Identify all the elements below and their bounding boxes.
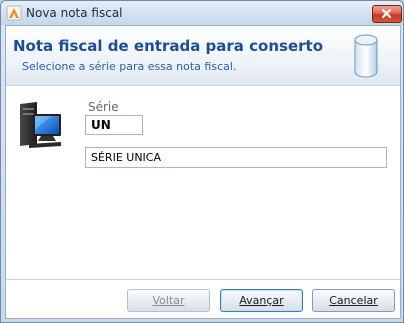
cancel-button-label: Cancelar <box>329 294 378 307</box>
serie-code-field[interactable]: UN <box>85 115 143 135</box>
page-title: Nota fiscal de entrada para conserto <box>13 37 324 55</box>
close-icon <box>381 8 392 19</box>
database-icon <box>354 34 378 78</box>
back-button[interactable]: Voltar <box>127 289 210 312</box>
close-button[interactable] <box>372 5 402 23</box>
dialog-content: Nota fiscal de entrada para conserto Sel… <box>5 25 401 319</box>
wizard-header: Nota fiscal de entrada para conserto Sel… <box>6 26 400 86</box>
footer-divider <box>6 279 400 280</box>
window-title: Nova nota fiscal <box>26 6 123 20</box>
page-subtitle: Selecione a série para essa nota fiscal. <box>22 60 237 73</box>
dialog-window: Nova nota fiscal Nota fiscal de entrada … <box>0 0 404 323</box>
serie-description-field[interactable]: SÉRIE UNICA <box>85 147 387 168</box>
next-button[interactable]: Avançar <box>220 289 303 312</box>
next-button-label: Avançar <box>239 294 284 307</box>
cancel-button[interactable]: Cancelar <box>312 289 395 312</box>
back-button-label: Voltar <box>152 294 185 307</box>
computer-icon <box>20 102 61 148</box>
serie-label: Série <box>88 100 119 114</box>
app-icon <box>6 5 22 21</box>
title-bar[interactable]: Nova nota fiscal <box>1 1 403 25</box>
